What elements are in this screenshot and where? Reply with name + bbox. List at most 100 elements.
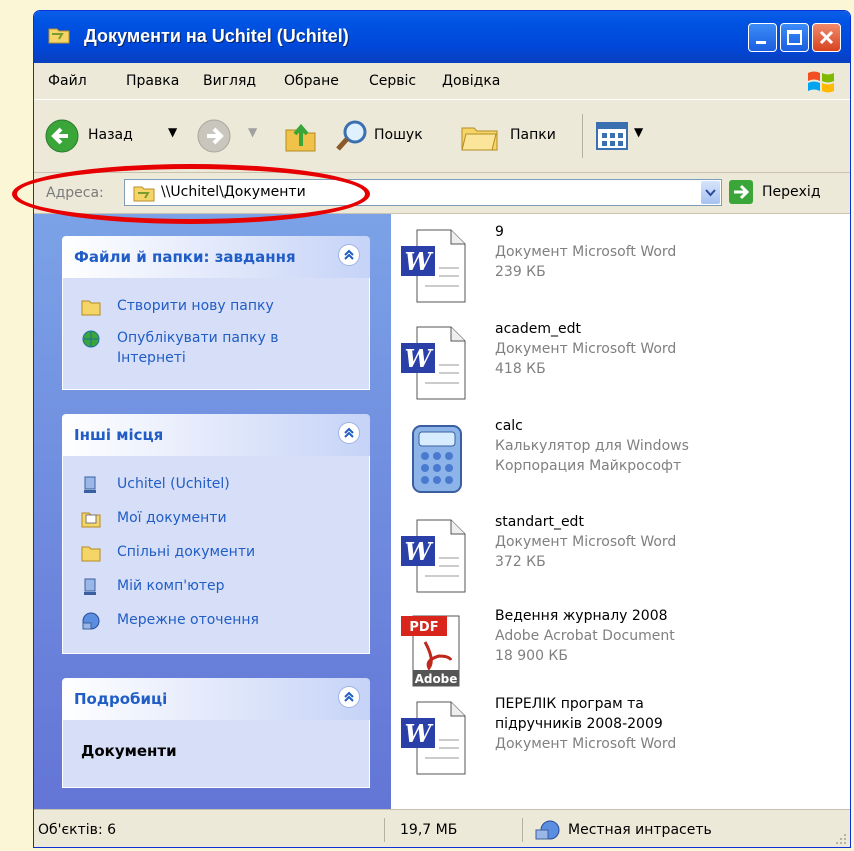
search-button[interactable]: Пошук <box>334 118 440 154</box>
file-type: Документ Microsoft Word <box>495 341 677 357</box>
folder-icon <box>48 28 70 44</box>
views-dropdown-icon[interactable]: ▼ <box>634 125 643 139</box>
place-label: Спільні документи <box>117 544 256 560</box>
status-size: 19,7 МБ <box>400 822 458 838</box>
minimize-button[interactable] <box>748 23 777 52</box>
pdf-document-icon: PDF Adobe <box>401 615 460 687</box>
file-size: 18 900 КБ <box>495 648 568 664</box>
file-company: Корпорация Майкрософт <box>495 458 682 474</box>
details-collapse-button[interactable] <box>338 686 360 708</box>
places-panel-header[interactable]: Інші місця <box>62 414 370 456</box>
file-item[interactable]: PDF Adobe Ведення журналу 2008 Adobe Acr… <box>399 608 819 700</box>
place-label: Мої документи <box>117 510 227 526</box>
menu-favorites[interactable]: Обране <box>284 73 339 89</box>
file-type: Документ Microsoft Word <box>495 736 677 752</box>
menu-edit[interactable]: Правка <box>126 73 179 89</box>
forward-dropdown-icon[interactable]: ▼ <box>248 125 257 139</box>
task-label: Створити нову папку <box>117 298 274 314</box>
file-name: calc <box>495 418 523 434</box>
file-name: 9 <box>495 224 504 240</box>
menu-bar: Файл Правка Вигляд Обране Сервіс Довідка <box>34 63 850 100</box>
file-item[interactable]: W 9 Документ Microsoft Word 239 КБ <box>399 224 819 316</box>
file-list: W 9 Документ Microsoft Word 239 КБ W aca… <box>391 214 850 809</box>
chevron-up-icon <box>344 427 354 438</box>
status-object-count: Об'єктів: 6 <box>38 822 117 838</box>
task-label: Опублікувати папку в <box>117 330 279 346</box>
file-type: Документ Microsoft Word <box>495 534 677 550</box>
my-documents-icon <box>81 512 101 528</box>
menu-tools[interactable]: Сервіс <box>369 73 416 89</box>
svg-text:Adobe: Adobe <box>415 672 458 686</box>
tasks-panel-title: Файли й папки: завдання <box>74 248 296 266</box>
folders-button[interactable]: Папки <box>460 118 572 154</box>
chevron-down-icon <box>705 189 716 197</box>
svg-text:W: W <box>405 247 434 276</box>
word-document-icon: W <box>401 519 466 593</box>
publish-web-icon <box>82 330 100 348</box>
places-collapse-button[interactable] <box>338 422 360 444</box>
file-type: Документ Microsoft Word <box>495 244 677 260</box>
file-description: Калькулятор для Windows <box>495 438 689 454</box>
file-item[interactable]: calc Калькулятор для Windows Корпорация … <box>399 418 819 510</box>
intranet-icon <box>535 820 560 840</box>
details-panel-title: Подробиці <box>74 690 168 708</box>
back-label: Назад <box>88 127 133 143</box>
places-panel-title: Інші місця <box>74 426 164 444</box>
details-panel-body: Документи <box>62 720 370 788</box>
views-button[interactable]: ▼ <box>594 118 650 154</box>
folders-label: Папки <box>510 127 556 143</box>
menu-help[interactable]: Довідка <box>442 73 500 89</box>
close-icon <box>819 30 834 45</box>
file-item[interactable]: W ПЕРЕЛІК програм та підручників 2008-20… <box>399 696 819 788</box>
search-label: Пошук <box>374 127 423 143</box>
forward-button[interactable]: ▼ <box>196 118 266 154</box>
new-folder-icon <box>81 300 101 316</box>
file-name: academ_edt <box>495 321 581 337</box>
tasks-collapse-button[interactable] <box>338 244 360 266</box>
search-icon <box>336 120 367 151</box>
file-size: 372 КБ <box>495 554 546 570</box>
address-highlight-ellipse <box>12 164 370 224</box>
back-arrow-icon <box>45 119 79 153</box>
toolbar: Назад ▼ ▼ Пошук Папки ▼ <box>34 100 850 173</box>
maximize-button[interactable] <box>780 23 809 52</box>
file-item[interactable]: W standart_edt Документ Microsoft Word 3… <box>399 514 819 606</box>
calculator-icon <box>412 425 462 493</box>
up-folder-icon[interactable] <box>284 118 318 154</box>
details-panel-header[interactable]: Подробиці <box>62 678 370 720</box>
menu-view[interactable]: Вигляд <box>203 73 256 89</box>
back-dropdown-icon[interactable]: ▼ <box>168 125 177 139</box>
back-button[interactable]: Назад ▼ <box>44 118 184 154</box>
file-name: Ведення журналу 2008 <box>495 608 668 624</box>
maximize-icon <box>787 30 802 45</box>
minimize-icon <box>756 41 766 44</box>
menu-file[interactable]: Файл <box>48 73 87 89</box>
word-document-icon: W <box>401 326 466 400</box>
task-label-line2: Інтернеті <box>117 350 186 366</box>
places-panel-body: Uchitel (Uchitel) Мої документи Спільні … <box>62 456 370 654</box>
title-bar[interactable]: Документи на Uchitel (Uchitel) <box>34 11 850 63</box>
file-item[interactable]: W academ_edt Документ Microsoft Word 418… <box>399 321 819 413</box>
tasks-panel-header[interactable]: Файли й папки: завдання <box>62 236 370 278</box>
status-zone: Местная интрасеть <box>568 822 712 838</box>
close-button[interactable] <box>812 23 841 52</box>
place-label: Мій комп'ютер <box>117 578 225 594</box>
tasks-panel-body: Створити нову папку Опублікувати папку в… <box>62 278 370 390</box>
folders-icon <box>461 127 498 151</box>
file-size: 239 КБ <box>495 264 546 280</box>
file-type: Adobe Acrobat Document <box>495 628 675 644</box>
toolbar-separator <box>582 114 583 158</box>
window-title: Документи на Uchitel (Uchitel) <box>84 26 349 46</box>
forward-arrow-icon <box>197 119 231 153</box>
svg-text:PDF: PDF <box>409 620 438 635</box>
file-size: 418 КБ <box>495 361 546 377</box>
status-divider <box>384 818 385 842</box>
go-arrow-icon <box>729 180 753 204</box>
address-dropdown-button[interactable] <box>701 181 720 204</box>
place-label: Uchitel (Uchitel) <box>117 476 230 492</box>
resize-grip-icon[interactable] <box>834 832 848 846</box>
go-button[interactable]: Перехід <box>728 179 846 206</box>
svg-text:W: W <box>405 344 434 373</box>
file-name: ПЕРЕЛІК програм та <box>495 696 644 712</box>
shared-folder-icon <box>81 546 101 562</box>
